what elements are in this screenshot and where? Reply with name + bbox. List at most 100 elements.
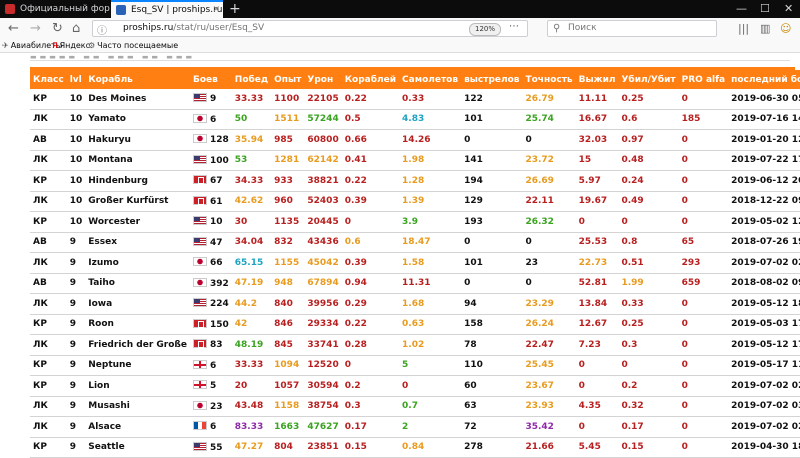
exp-cell: 1511 [271, 109, 305, 130]
col-pro-alfa[interactable]: PRO alfa [678, 70, 729, 89]
last-battle-cell: 2019-05-12 17:54 [728, 334, 800, 356]
col-damage[interactable]: Урон [304, 70, 342, 89]
accuracy-cell: 26.69 [522, 170, 576, 192]
table-row: ЛК 9 Friedrich der Große 83 48.19 845 33741 0.2… [30, 334, 800, 356]
ships-cell: 0.3 [341, 396, 400, 417]
accuracy-cell: 23.72 [522, 150, 576, 171]
close-window-icon[interactable]: ✕ [784, 0, 793, 18]
pro-cell: 65 [678, 232, 729, 253]
col-shots[interactable]: выстрелов [461, 70, 523, 89]
last-battle-cell: 2019-04-30 18:43 [728, 437, 800, 458]
col-battles[interactable]: Боев [189, 70, 232, 89]
ships-cell: 0 [341, 211, 400, 233]
bookmark-yandex[interactable]: Я Яндекс [52, 40, 90, 52]
table-row: ЛК 9 Musashi 23 43.48 1158 38754 0.3 0.7 63 23.93 4… [30, 396, 800, 417]
planes-cell: 0.63 [399, 314, 462, 335]
wins-cell: 33.33 [231, 355, 272, 376]
reload-icon[interactable]: ↻ [52, 20, 63, 38]
kd-cell: 0.24 [618, 170, 679, 192]
search-input[interactable]: ⚲ Поиск [547, 20, 717, 37]
wins-cell: 35.94 [231, 129, 272, 151]
battles-value: 23 [209, 401, 223, 412]
damage-cell: 38821 [304, 170, 342, 192]
planes-cell: 18.47 [399, 232, 462, 253]
accuracy-cell: 26.24 [522, 314, 576, 335]
shots-cell: 101 [461, 109, 523, 130]
tab-forum[interactable]: Официальный форум игры W [0, 0, 110, 18]
col-accuracy[interactable]: Точность [522, 70, 576, 89]
col-class[interactable]: Класс [30, 70, 67, 89]
wins-cell: 34.04 [231, 232, 272, 253]
kd-cell: 0 [618, 211, 679, 233]
battles-cell: 66 [189, 252, 232, 274]
table-row: КР 10 Des Moines 9 33.33 1100 22105 0.22 0.33 122… [30, 89, 800, 110]
damage-cell: 47627 [304, 416, 342, 438]
table-row: КР 9 Seattle 55 47.27 804 23851 0.15 0.84 278 21.6… [30, 437, 800, 458]
zoom-indicator[interactable]: 120% [469, 23, 502, 36]
flag-us-icon [192, 154, 207, 164]
kd-cell: 0.25 [618, 89, 679, 110]
minimize-icon[interactable]: — [736, 0, 747, 18]
ship-cell: Musashi [85, 396, 190, 417]
tab-proships[interactable]: Esq_SV | proships.ru статистика ✕ [111, 0, 223, 18]
col-wins[interactable]: Побед [231, 70, 272, 89]
library-icon[interactable]: ||| [738, 20, 749, 38]
col-planes-killed[interactable]: Самолетов [399, 70, 462, 89]
sidebar-icon[interactable]: ▥ [760, 20, 770, 38]
lvl-cell: 9 [66, 375, 86, 397]
battles-cell: 392 [189, 273, 232, 294]
col-kd[interactable]: Убил/Убит [618, 70, 679, 89]
wins-cell: 20 [231, 375, 272, 397]
ship-cell: Alsace [85, 416, 190, 438]
col-lvl[interactable]: lvl [66, 70, 86, 89]
last-battle-cell: 2018-12-22 09:56 [728, 191, 800, 212]
col-exp[interactable]: Опыт [271, 70, 305, 89]
battles-cell: 83 [189, 334, 232, 356]
home-icon[interactable]: ⌂ [72, 20, 80, 38]
planes-cell: 2 [399, 416, 462, 438]
col-survived[interactable]: Выжил [575, 70, 619, 89]
battles-cell: 224 [189, 293, 232, 315]
shots-cell: 0 [461, 273, 523, 294]
forward-icon[interactable]: → [30, 20, 41, 38]
exp-cell: 1100 [271, 89, 305, 110]
damage-cell: 12520 [304, 355, 342, 376]
ships-cell: 0.94 [341, 273, 400, 294]
last-battle-cell: 2019-07-02 02:03 [728, 375, 800, 397]
damage-cell: 29334 [304, 314, 342, 335]
pro-cell: 0 [678, 129, 729, 151]
flag-us-icon [192, 441, 207, 451]
planes-cell: 0.84 [399, 437, 462, 458]
close-tab-icon[interactable]: ✕ [212, 2, 220, 18]
maximize-icon[interactable]: ☐ [760, 0, 770, 18]
battles-value: 6 [209, 422, 217, 433]
yandex-icon: Я [52, 41, 58, 50]
page-actions-icon[interactable]: ⋯ [509, 21, 519, 32]
survived-cell: 25.53 [575, 232, 619, 253]
col-ship[interactable]: Корабль [85, 70, 190, 89]
table-row: КР 9 Lion 5 20 1057 30594 0.2 0 60 23.67 0 0.2 0 2019-… [30, 375, 800, 397]
battles-value: 83 [209, 340, 223, 351]
battles-value: 6 [209, 114, 217, 125]
extension-icon[interactable]: ☺ [780, 20, 791, 38]
back-icon[interactable]: ← [8, 20, 19, 38]
ship-cell: Des Moines [85, 89, 190, 110]
ships-cell: 0.66 [341, 129, 400, 151]
bookmark-most-visited[interactable]: ⚙ Часто посещаемые [88, 40, 178, 52]
pro-cell: 185 [678, 109, 729, 130]
pro-cell: 0 [678, 437, 729, 458]
battles-value: 67 [209, 176, 223, 187]
survived-cell: 15 [575, 150, 619, 171]
flag-jp-icon [192, 277, 207, 287]
damage-cell: 43436 [304, 232, 342, 253]
col-last-battle[interactable]: последний бой [728, 70, 800, 89]
site-info-icon[interactable]: ⓘ [97, 22, 107, 37]
table-row: ЛК 10 Yamato 6 50 1511 57244 0.5 4.83 101 25.74 16.… [30, 109, 800, 130]
class-cell: КР [30, 355, 67, 376]
ship-cell: Essex [85, 232, 190, 253]
url-bar[interactable]: ⓘ proships.ru/stat/ru/user/Esq_SV 120% ⋯ [92, 20, 528, 37]
exp-cell: 1057 [271, 375, 305, 397]
new-tab-icon[interactable]: + [229, 0, 241, 18]
col-ships-killed[interactable]: Кораблей [341, 70, 400, 89]
ship-cell: Yamato [85, 109, 190, 130]
